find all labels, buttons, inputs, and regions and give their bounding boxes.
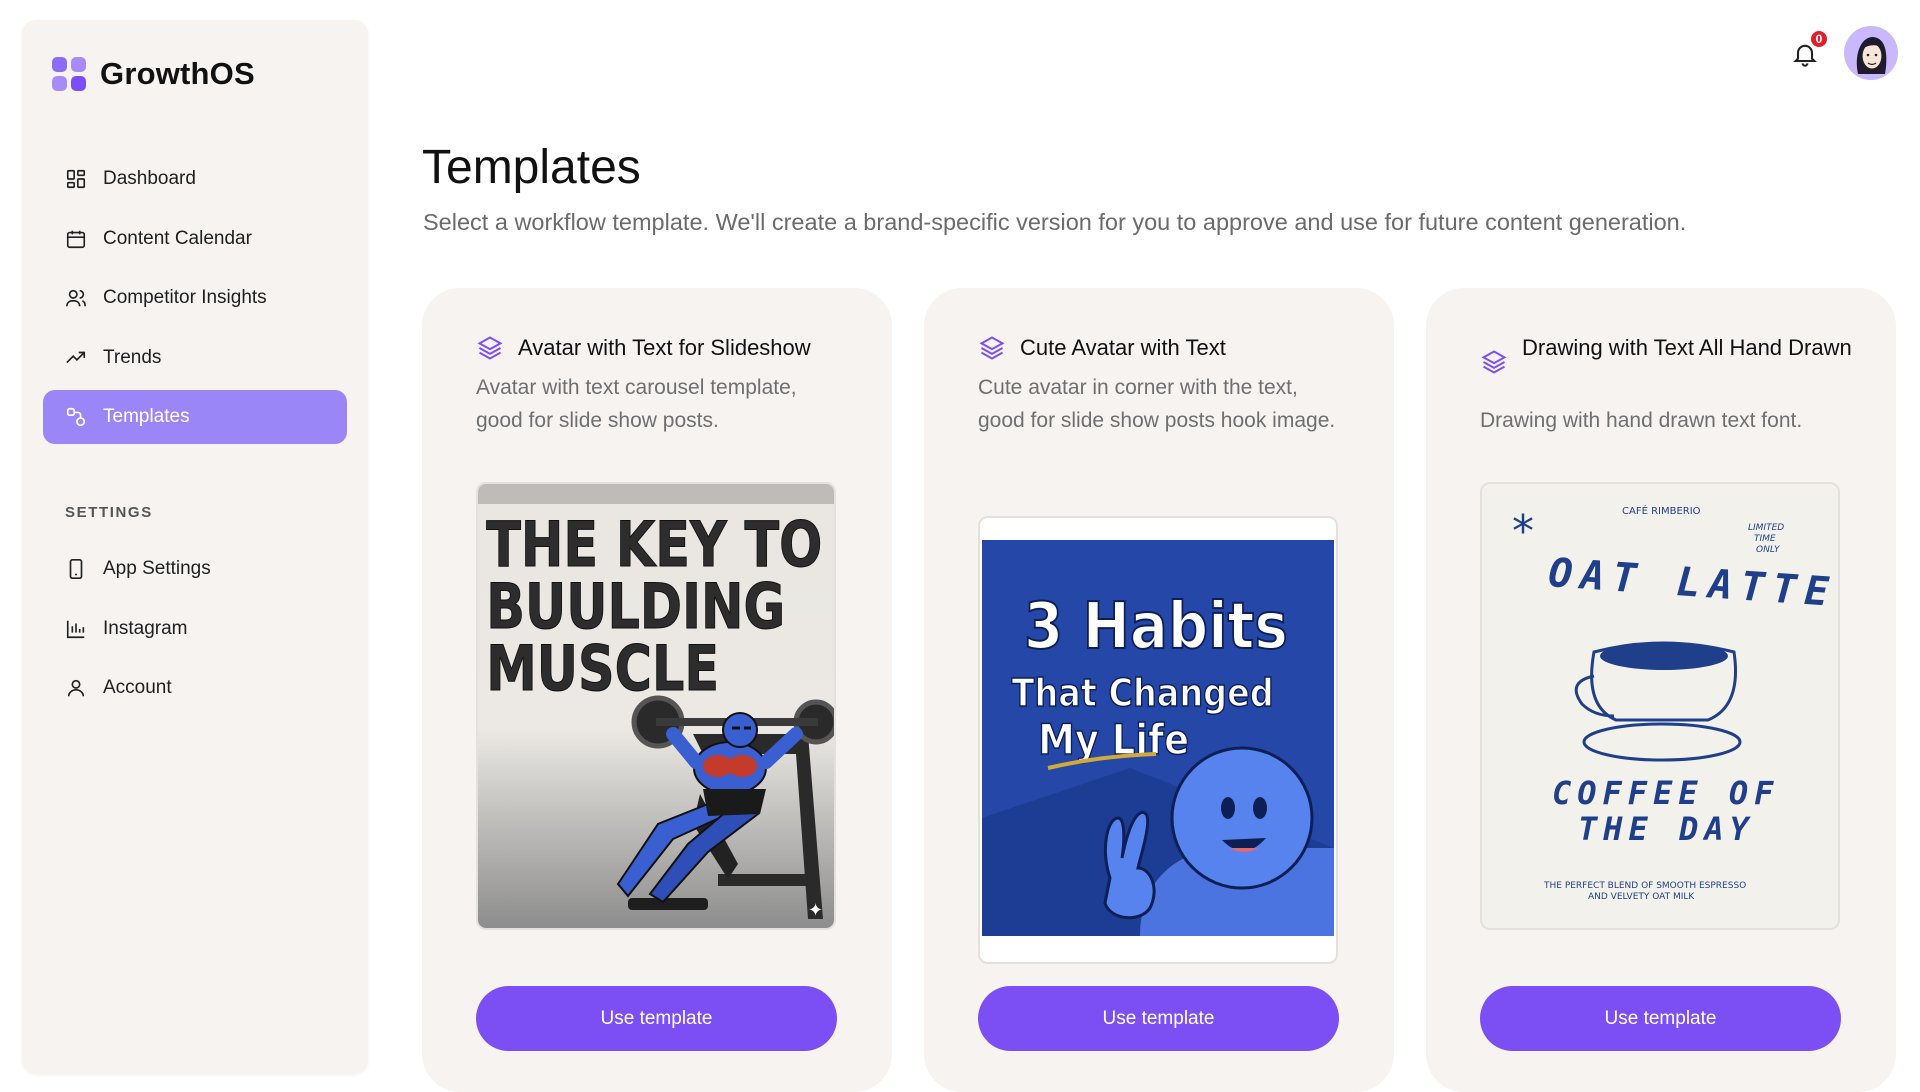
habits-preview-illustration: 3 Habits That Changed My Life (980, 518, 1336, 962)
notification-badge: 0 (1809, 29, 1829, 49)
latte-preview-illustration: CAFÉ RIMBERIO LIMITED TIME ONLY * OAT LA… (1482, 484, 1838, 928)
settings-nav: App Settings Instagram Account (43, 542, 347, 721)
sidebar-item-competitor-insights[interactable]: Competitor Insights (43, 271, 347, 325)
templates-icon (66, 407, 86, 427)
sidebar-item-account[interactable]: Account (43, 661, 347, 715)
dashboard-icon (66, 169, 86, 189)
layers-icon (979, 336, 1005, 360)
preview-sub-line: THE DAY (1578, 810, 1755, 848)
preview-tag-line: ONLY (1756, 545, 1781, 555)
sidebar-item-instagram[interactable]: Instagram (43, 602, 347, 656)
muscle-preview-illustration: THE KEY TO BUULDING MUSCLE ✦ (478, 484, 834, 928)
template-preview-image[interactable]: THE KEY TO BUULDING MUSCLE ✦ (476, 482, 836, 930)
avatar[interactable] (1844, 26, 1898, 80)
sidebar-item-label: Account (103, 677, 172, 698)
template-card: Cute Avatar with Text Cute avatar in cor… (924, 288, 1394, 1092)
user-icon (67, 679, 85, 697)
calendar-icon (66, 230, 86, 248)
card-title: Cute Avatar with Text (1020, 335, 1226, 360)
page-title: Templates (422, 141, 641, 194)
preview-headline-line: That Changed (1012, 672, 1274, 716)
template-preview-image[interactable]: CAFÉ RIMBERIO LIMITED TIME ONLY * OAT LA… (1480, 482, 1840, 930)
preview-headline-line: 3 Habits (1024, 590, 1288, 664)
preview-headline-line: MUSCLE (486, 633, 719, 705)
settings-section-label: SETTINGS (65, 504, 153, 521)
preview-tag-line: LIMITED (1748, 523, 1784, 533)
sidebar-item-app-settings[interactable]: App Settings (43, 542, 347, 596)
preview-footer-line: AND VELVETY OAT MILK (1588, 892, 1695, 902)
card-title: Drawing with Text All Hand Drawn (1522, 335, 1852, 360)
phone-icon (69, 559, 83, 579)
trend-icon (66, 351, 86, 363)
brand[interactable]: GrowthOS (52, 56, 255, 92)
sidebar-item-label: Templates (103, 406, 190, 427)
card-description: Cute avatar in corner with the text, goo… (978, 376, 1336, 432)
card-description: Avatar with text carousel template, good… (476, 376, 797, 432)
sidebar-item-content-calendar[interactable]: Content Calendar (43, 212, 347, 266)
sidebar-item-label: Competitor Insights (103, 287, 267, 308)
sidebar: GrowthOS Dashboard Content Calendar Comp… (22, 20, 368, 1074)
sidebar-item-trends[interactable]: Trends (43, 331, 347, 385)
use-template-button[interactable]: Use template (476, 986, 837, 1051)
sidebar-item-label: Instagram (103, 617, 188, 639)
template-card: Avatar with Text for Slideshow Avatar wi… (422, 288, 892, 1092)
layers-icon (1481, 350, 1507, 374)
card-header: Drawing with Text All Hand Drawn (1480, 332, 1856, 376)
asterisk-icon: * (1512, 506, 1534, 557)
page-subtitle: Select a workflow template. We'll create… (423, 209, 1687, 235)
template-preview-image[interactable]: 3 Habits That Changed My Life (978, 516, 1338, 964)
sidebar-item-label: Trends (103, 346, 162, 368)
sidebar-item-label: Content Calendar (103, 227, 252, 249)
avatar-face-icon (1856, 37, 1887, 74)
sidebar-item-templates[interactable]: Templates (43, 390, 347, 444)
preview-footer-line: THE PERFECT BLEND OF SMOOTH ESPRESSO (1543, 881, 1746, 891)
sidebar-item-label: Dashboard (103, 168, 196, 189)
preview-tag-line: TIME (1754, 534, 1776, 544)
preview-sub-line: COFFEE OF (1552, 774, 1779, 812)
logo-icon (52, 57, 86, 91)
card-description: Drawing with hand drawn text font. (1480, 409, 1803, 432)
layers-icon (477, 336, 503, 360)
preview-brand: CAFÉ RIMBERIO (1622, 504, 1701, 517)
bar-chart-icon (66, 620, 85, 638)
template-card: Drawing with Text All Hand Drawn Drawing… (1426, 288, 1896, 1092)
sidebar-item-label: App Settings (103, 558, 211, 579)
use-template-button[interactable]: Use template (1480, 986, 1841, 1051)
sidebar-item-dashboard[interactable]: Dashboard (43, 152, 347, 206)
users-icon (66, 289, 86, 307)
sparkle-icon: ✦ (808, 900, 823, 921)
card-title: Avatar with Text for Slideshow (518, 335, 811, 360)
main-nav: Dashboard Content Calendar Competitor In… (43, 152, 347, 450)
brand-name: GrowthOS (100, 56, 255, 91)
card-header: Cute Avatar with Text (978, 332, 1354, 364)
use-template-button[interactable]: Use template (978, 986, 1339, 1051)
card-header: Avatar with Text for Slideshow (476, 332, 852, 364)
